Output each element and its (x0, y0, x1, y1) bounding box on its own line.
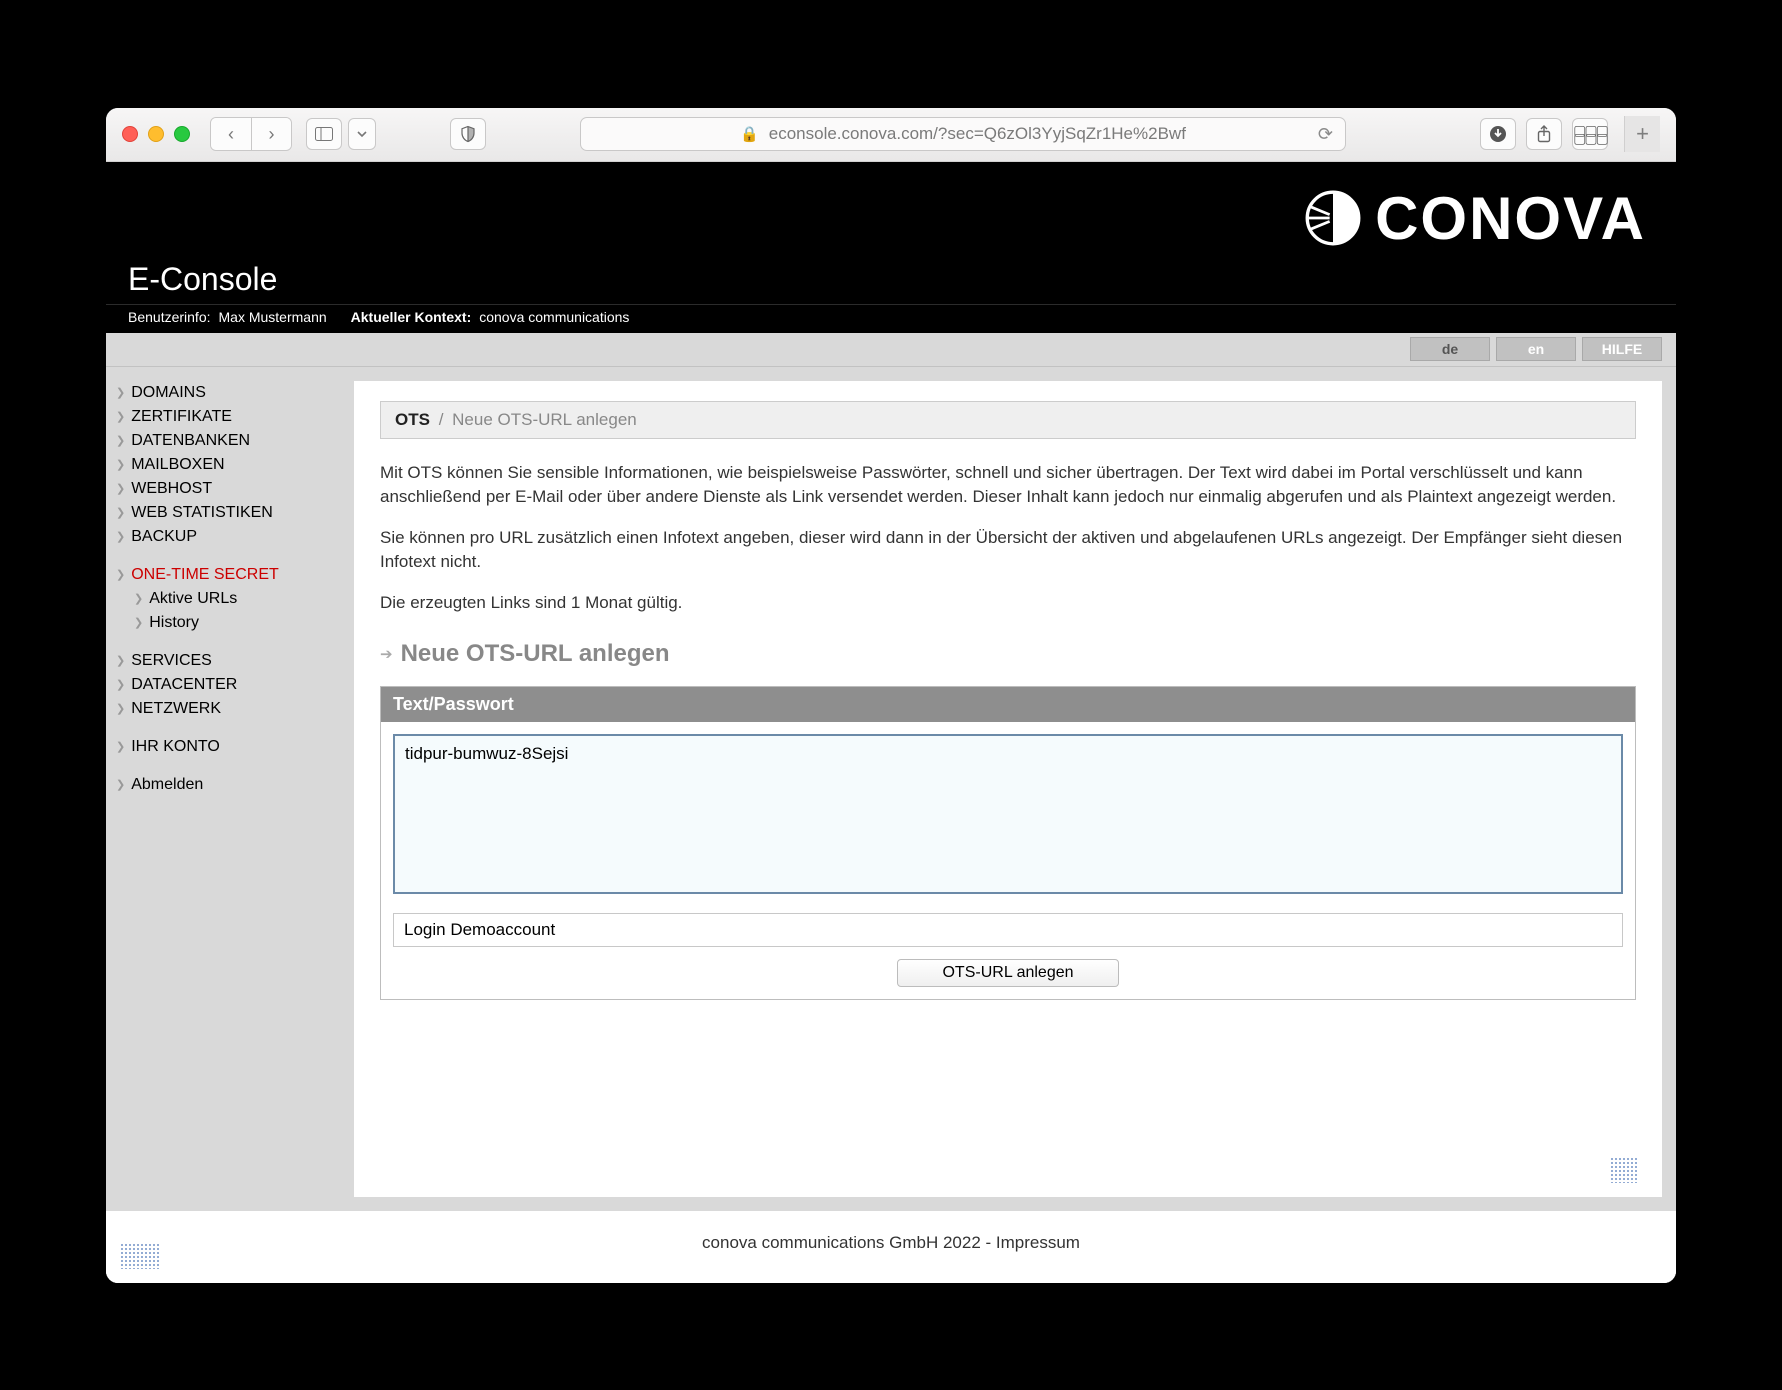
sidebar-item-netzwerk[interactable]: ❯NETZWERK (112, 697, 348, 721)
create-url-button[interactable]: OTS-URL anlegen (897, 959, 1118, 987)
sidebar-item-ots[interactable]: ❯ONE-TIME SECRET (112, 563, 348, 587)
chevron-right-icon: ❯ (116, 778, 125, 791)
chevron-right-icon: ❯ (116, 678, 125, 691)
intro-paragraph-1: Mit OTS können Sie sensible Informatione… (380, 461, 1636, 510)
chevron-right-icon: ❯ (134, 616, 143, 629)
brand-logo: CONOVA (1305, 184, 1646, 253)
nav-button-group: ‹ › (210, 117, 292, 151)
chevron-right-icon: ❯ (116, 506, 125, 519)
sidebar-item-domains[interactable]: ❯DOMAINS (112, 381, 348, 405)
chevron-right-icon: ❯ (116, 458, 125, 471)
resize-handle-icon (120, 1243, 160, 1269)
sidebar-item-zertifikate[interactable]: ❯ZERTIFIKATE (112, 405, 348, 429)
intro-paragraph-2: Sie können pro URL zusätzlich einen Info… (380, 526, 1636, 575)
url-text: econsole.conova.com/?sec=Q6zOl3YyjSqZr1H… (769, 124, 1186, 144)
section-heading: Neue OTS-URL anlegen (401, 640, 670, 668)
language-bar: de en HILFE (106, 333, 1676, 367)
tabs-overview-button[interactable]: ▢▢▢▢▢▢ (1572, 118, 1608, 150)
breadcrumb-current: Neue OTS-URL anlegen (452, 410, 637, 429)
sidebar-item-datenbanken[interactable]: ❯DATENBANKEN (112, 429, 348, 453)
sidebar-toggle-button[interactable] (306, 118, 342, 150)
sidebar-sub-active-urls[interactable]: ❯Aktive URLs (112, 587, 348, 611)
forward-button[interactable]: › (251, 118, 291, 150)
browser-chrome: ‹ › 🔒 econsole.conova.com/?sec=Q6zOl3Yyj… (106, 108, 1676, 162)
context-bar: Benutzerinfo: Max Mustermann Aktueller K… (106, 304, 1676, 333)
close-window-button[interactable] (122, 126, 138, 142)
new-tab-button[interactable]: + (1624, 116, 1660, 152)
maximize-window-button[interactable] (174, 126, 190, 142)
context-value: conova communications (479, 309, 629, 325)
downloads-button[interactable] (1480, 118, 1516, 150)
chevron-right-icon: ❯ (116, 740, 125, 753)
page-viewport: CONOVA E-Console Benutzerinfo: Max Muste… (106, 162, 1676, 1283)
sidebar-item-datacenter[interactable]: ❯DATACENTER (112, 673, 348, 697)
sidebar-item-services[interactable]: ❯SERVICES (112, 649, 348, 673)
app-header: CONOVA E-Console Benutzerinfo: Max Muste… (106, 162, 1676, 333)
sidebar-sub-history[interactable]: ❯History (112, 611, 348, 635)
sidebar-item-mailboxen[interactable]: ❯MAILBOXEN (112, 453, 348, 477)
tab-overview-button[interactable] (348, 118, 376, 150)
brand-name: CONOVA (1375, 184, 1646, 253)
chevron-right-icon: ❯ (116, 702, 125, 715)
arrow-right-icon: ➔ (380, 645, 393, 663)
infotext-input[interactable] (393, 913, 1623, 947)
chevron-right-icon: ❯ (116, 386, 125, 399)
sidebar: ❯DOMAINS ❯ZERTIFIKATE ❯DATENBANKEN ❯MAIL… (106, 367, 354, 1211)
lang-de-button[interactable]: de (1410, 337, 1490, 361)
sidebar-item-logout[interactable]: ❯Abmelden (112, 773, 348, 797)
breadcrumb: OTS / Neue OTS-URL anlegen (380, 401, 1636, 439)
browser-window: ‹ › 🔒 econsole.conova.com/?sec=Q6zOl3Yyj… (106, 108, 1676, 1283)
lang-en-button[interactable]: en (1496, 337, 1576, 361)
help-button[interactable]: HILFE (1582, 337, 1662, 361)
lock-icon: 🔒 (740, 125, 759, 143)
chevron-right-icon: ❯ (116, 568, 125, 581)
sidebar-item-webhost[interactable]: ❯WEBHOST (112, 477, 348, 501)
chevron-right-icon: ❯ (134, 592, 143, 605)
panel-title: Text/Passwort (381, 687, 1635, 722)
resize-handle-icon (1610, 1157, 1638, 1183)
footer: conova communications GmbH 2022 - Impres… (106, 1211, 1676, 1283)
back-button[interactable]: ‹ (211, 118, 251, 150)
app-title: E-Console (128, 261, 277, 298)
window-controls (122, 126, 190, 142)
sidebar-item-webstats[interactable]: ❯WEB STATISTIKEN (112, 501, 348, 525)
intro-paragraph-3: Die erzeugten Links sind 1 Monat gültig. (380, 591, 1636, 616)
share-button[interactable] (1526, 118, 1562, 150)
conova-logo-icon (1305, 190, 1361, 246)
main-content: OTS / Neue OTS-URL anlegen Mit OTS könne… (354, 381, 1662, 1197)
grid-icon: ▢▢▢▢▢▢ (1573, 126, 1607, 142)
context-label: Aktueller Kontext: (351, 309, 472, 325)
reload-button[interactable]: ⟳ (1318, 124, 1333, 145)
breadcrumb-root[interactable]: OTS (395, 410, 430, 429)
minimize-window-button[interactable] (148, 126, 164, 142)
sidebar-item-account[interactable]: ❯IHR KONTO (112, 735, 348, 759)
footer-text[interactable]: conova communications GmbH 2022 - Impres… (702, 1233, 1080, 1252)
chevron-right-icon: ❯ (116, 654, 125, 667)
address-bar[interactable]: 🔒 econsole.conova.com/?sec=Q6zOl3YyjSqZr… (580, 117, 1346, 151)
sidebar-item-backup[interactable]: ❯BACKUP (112, 525, 348, 549)
chevron-right-icon: ❯ (116, 434, 125, 447)
chevron-right-icon: ❯ (116, 482, 125, 495)
secret-textarea[interactable] (393, 734, 1623, 894)
chevron-right-icon: ❯ (116, 530, 125, 543)
chevron-right-icon: ❯ (116, 410, 125, 423)
breadcrumb-sep: / (439, 410, 444, 429)
userinfo-value: Max Mustermann (219, 309, 327, 325)
userinfo-label: Benutzerinfo: (128, 309, 211, 325)
form-panel: Text/Passwort OTS-URL anlegen (380, 686, 1636, 1000)
privacy-shield-button[interactable] (450, 118, 486, 150)
